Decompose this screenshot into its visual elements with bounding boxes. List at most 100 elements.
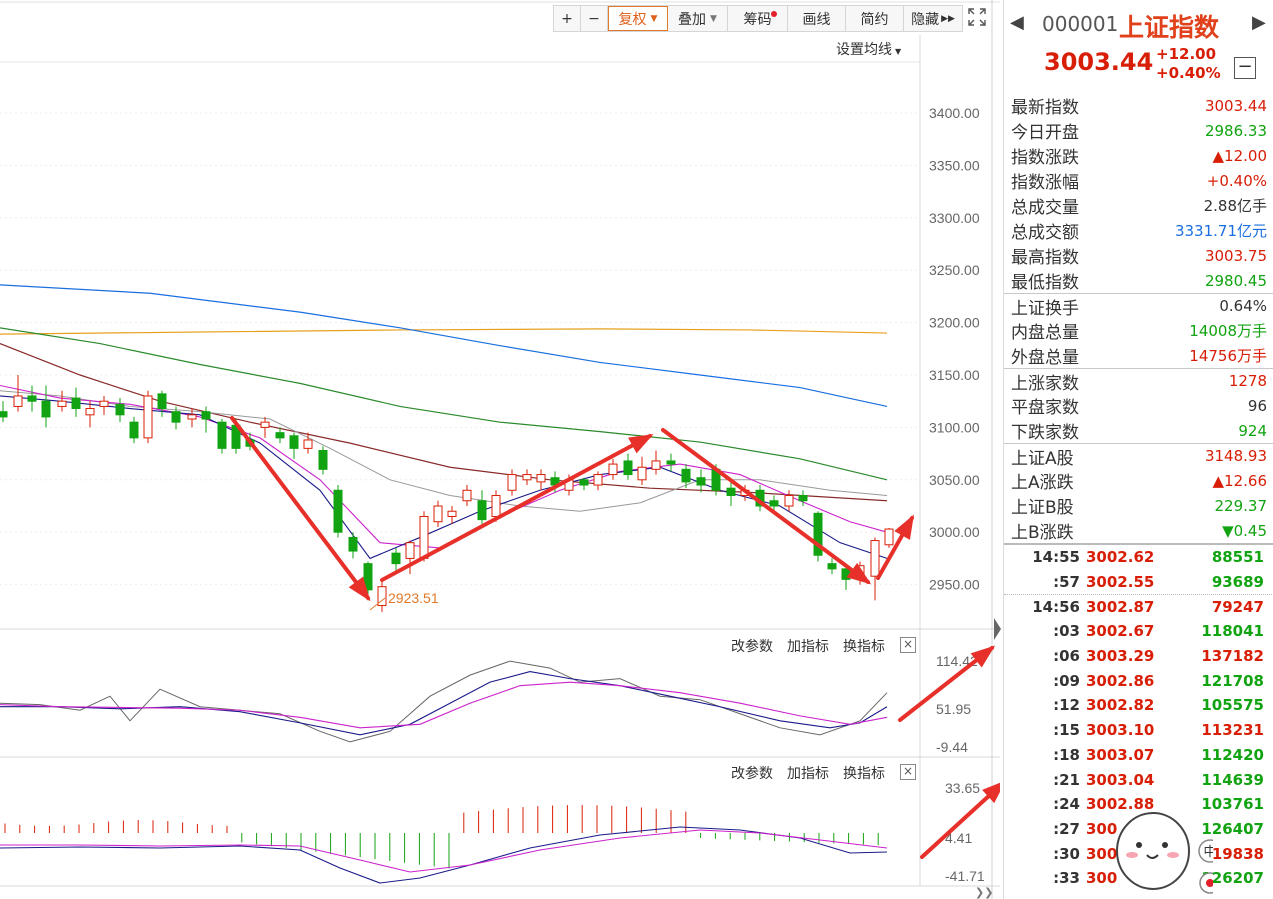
stat-label: 上证A股 bbox=[1011, 448, 1074, 469]
prev-stock-icon[interactable]: ◀ bbox=[1010, 12, 1024, 33]
mascot-assistant-icon[interactable]: 中 bbox=[1113, 803, 1213, 899]
collapse-button[interactable]: − bbox=[1234, 57, 1256, 79]
stat-value: 14756万手 bbox=[1189, 347, 1267, 365]
stat-value: 924 bbox=[1238, 421, 1267, 440]
candle bbox=[129, 416, 139, 444]
price-axis-label: 2950.00 bbox=[929, 577, 980, 593]
low-price-annotation: 2923.51 bbox=[388, 590, 439, 606]
tick-time: :24 bbox=[1053, 795, 1080, 814]
candle bbox=[157, 390, 167, 417]
stat-row: 指数涨幅 +0.40% bbox=[1004, 168, 1273, 194]
tick-price: 3002.55 bbox=[1086, 573, 1155, 592]
candle bbox=[71, 387, 81, 417]
stock-code: 000001 bbox=[1042, 12, 1119, 36]
panel1-close-icon[interactable]: × bbox=[900, 637, 916, 653]
stat-label: 上证换手 bbox=[1011, 298, 1079, 319]
candle bbox=[666, 453, 676, 472]
tick-time: 14:56 bbox=[1032, 598, 1080, 617]
next-stock-icon[interactable]: ▶ bbox=[1252, 12, 1266, 33]
price-axis-label: 3250.00 bbox=[929, 262, 980, 278]
tick-volume: 93689 bbox=[1211, 573, 1264, 592]
tick-volume: 121708 bbox=[1201, 671, 1264, 690]
tick-time: :03 bbox=[1053, 622, 1080, 641]
stat-value: 2.88亿手 bbox=[1203, 197, 1267, 215]
stat-label: 总成交额 bbox=[1011, 223, 1079, 243]
scroll-right-icon[interactable]: ❯❯ bbox=[975, 886, 993, 899]
tick-price: 3002.86 bbox=[1086, 671, 1155, 690]
stat-row: 指数涨跌 ▲12.00 bbox=[1004, 143, 1273, 169]
stat-value: +0.40% bbox=[1206, 171, 1267, 190]
panel2-gaicanshu[interactable]: 改参数 bbox=[731, 763, 773, 783]
indicator-axis-label: -41.71 bbox=[945, 868, 985, 884]
chevron-down-icon: ▼ bbox=[710, 13, 717, 24]
candle bbox=[348, 532, 358, 559]
panel2-jiazhibiao[interactable]: 加指标 bbox=[787, 763, 829, 783]
candle bbox=[289, 432, 299, 459]
ma-green-line bbox=[0, 327, 888, 481]
candle bbox=[115, 398, 125, 423]
tick-volume: 88551 bbox=[1211, 548, 1264, 567]
tick-time: :18 bbox=[1053, 745, 1080, 764]
yincang-button[interactable]: 隐藏 ▶▶ bbox=[904, 6, 962, 31]
stat-value: 96 bbox=[1247, 396, 1267, 415]
indicator-axis-label: 51.95 bbox=[936, 701, 971, 717]
zoom-out-button[interactable]: − bbox=[581, 6, 608, 31]
macd-dea-line bbox=[0, 829, 888, 873]
indicator-axis-label: -9.44 bbox=[936, 739, 968, 755]
tick-price: 3002.87 bbox=[1086, 598, 1155, 617]
tick-row: :15 3003.10 113231 bbox=[1004, 718, 1273, 743]
price-axis-label: 3100.00 bbox=[929, 419, 980, 435]
candle bbox=[608, 458, 618, 480]
fuquan-dropdown[interactable]: 复权 ▼ bbox=[608, 6, 668, 31]
jianyue-button[interactable]: 简约 bbox=[846, 6, 904, 31]
fullscreen-icon[interactable] bbox=[967, 7, 987, 27]
stat-label: 最新指数 bbox=[1011, 98, 1079, 118]
candle bbox=[507, 469, 517, 496]
candle bbox=[27, 385, 37, 412]
stat-label: 下跌家数 bbox=[1011, 423, 1079, 443]
tick-time: :06 bbox=[1053, 647, 1080, 666]
tick-time: :09 bbox=[1053, 671, 1080, 690]
candle bbox=[13, 375, 23, 412]
huaxian-button[interactable]: 画线 bbox=[788, 6, 846, 31]
stat-value: 2986.33 bbox=[1204, 121, 1267, 140]
stat-value: 3331.71亿元 bbox=[1174, 222, 1267, 240]
indicator-axis-label: 114.42 bbox=[936, 653, 978, 669]
stat-row: 下跌家数 924 bbox=[1004, 418, 1273, 444]
tick-volume: 79247 bbox=[1211, 598, 1264, 617]
price-axis-label: 3400.00 bbox=[929, 105, 980, 121]
double-chevron-right-icon: ▶▶ bbox=[941, 13, 955, 24]
panel2-close-icon[interactable]: × bbox=[900, 764, 916, 780]
chouma-button[interactable]: 筹码 bbox=[728, 6, 788, 31]
price-axis-label: 3350.00 bbox=[929, 157, 980, 173]
tick-volume: 113231 bbox=[1201, 721, 1264, 740]
ma-magenta-line bbox=[0, 384, 888, 549]
candle bbox=[447, 506, 457, 524]
panel1-gaicanshu[interactable]: 改参数 bbox=[731, 636, 773, 656]
diejia-dropdown[interactable]: 叠加 ▼ bbox=[668, 6, 728, 31]
stat-label: 总成交量 bbox=[1011, 198, 1079, 218]
stock-chart-app: 3400.00 3350.00 3300.00 3250.00 3200.00 3150.… bbox=[0, 0, 1273, 899]
panel2-huanzhibiao[interactable]: 换指标 bbox=[843, 763, 885, 783]
tick-volume: 118041 bbox=[1201, 622, 1264, 641]
tick-time: :21 bbox=[1053, 770, 1080, 789]
panel1-jiazhibiao[interactable]: 加指标 bbox=[787, 636, 829, 656]
stat-row: 上A涨跌 ▲12.66 bbox=[1004, 468, 1273, 494]
tick-volume: 112420 bbox=[1201, 745, 1264, 764]
tick-row: :57 3002.55 93689 bbox=[1004, 570, 1273, 595]
zoom-in-button[interactable]: + bbox=[554, 6, 581, 31]
tick-row: 14:56 3002.87 79247 bbox=[1004, 594, 1273, 619]
stat-label: 内盘总量 bbox=[1011, 323, 1079, 343]
panel1-huanzhibiao[interactable]: 换指标 bbox=[843, 636, 885, 656]
price-axis-label: 3150.00 bbox=[929, 367, 980, 383]
set-ma-dropdown[interactable]: 设置均线 ▼ bbox=[836, 39, 901, 59]
candle bbox=[260, 416, 270, 438]
candle bbox=[522, 469, 532, 486]
tick-row: :12 3002.82 105575 bbox=[1004, 693, 1273, 718]
candle bbox=[477, 490, 487, 524]
tick-price: 3003.04 bbox=[1086, 770, 1155, 789]
tick-row: :09 3002.86 121708 bbox=[1004, 668, 1273, 693]
candle bbox=[41, 385, 51, 428]
ma-orange-line bbox=[0, 328, 888, 335]
chevron-down-icon: ▼ bbox=[895, 47, 902, 56]
